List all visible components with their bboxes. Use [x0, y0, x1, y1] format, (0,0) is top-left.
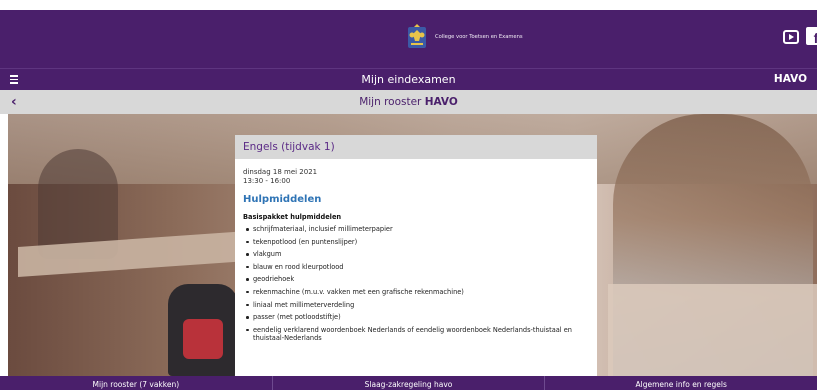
exam-date: dinsdag 18 mei 2021: [243, 168, 318, 176]
page-title: Mijn eindexamen: [361, 73, 456, 86]
schedule-title: Mijn rooster HAVO: [0, 96, 817, 108]
facebook-icon[interactable]: f: [806, 27, 817, 46]
section-title: Hulpmiddelen: [243, 194, 322, 205]
exam-time: 13:30 - 16:00: [243, 177, 291, 185]
exam-card: Engels (tijdvak 1) dinsdag 18 mei 2021 1…: [235, 135, 597, 376]
bottom-nav: Mijn rooster (7 vakken) Slaag-zakregelin…: [0, 376, 817, 390]
list-item: passer (met potloodstiftje): [243, 313, 589, 322]
sub-header: ‹ Mijn rooster HAVO: [0, 90, 817, 114]
nav-bar: Mijn eindexamen HAVO: [0, 68, 817, 90]
cvte-logo[interactable]: College voor Toetsen en Examens: [407, 24, 523, 50]
tab-mijn-rooster[interactable]: Mijn rooster (7 vakken): [0, 376, 273, 390]
list-item: vlakgum: [243, 250, 589, 259]
list-item: geodriehoek: [243, 275, 589, 284]
list-item: blauw en rood kleurpotlood: [243, 263, 589, 272]
level-label[interactable]: HAVO: [774, 73, 807, 85]
list-title: Basispakket hulpmiddelen: [243, 213, 342, 221]
tab-slaag-zakregeling[interactable]: Slaag-zakregeling havo: [273, 376, 546, 390]
schedule-title-prefix: Mijn rooster: [359, 96, 425, 108]
tools-list: schrijfmateriaal, inclusief millimeterpa…: [243, 225, 589, 343]
list-item: liniaal met millimeterverdeling: [243, 301, 589, 310]
exam-title: Engels (tijdvak 1): [235, 135, 597, 159]
list-item: schrijfmateriaal, inclusief millimeterpa…: [243, 225, 589, 234]
top-header: College voor Toetsen en Examens f: [0, 10, 817, 68]
org-name: College voor Toetsen en Examens: [435, 34, 523, 40]
list-item: eendelig verklarend woordenboek Nederlan…: [243, 326, 589, 343]
tab-algemene-info[interactable]: Algemene info en regels: [545, 376, 817, 390]
list-item: tekenpotlood (en puntenslijper): [243, 238, 589, 247]
coat-of-arms-icon: [408, 24, 426, 48]
schedule-title-level: HAVO: [424, 96, 458, 108]
youtube-icon[interactable]: [783, 30, 799, 44]
list-item: rekenmachine (m.u.v. vakken met een graf…: [243, 288, 589, 297]
